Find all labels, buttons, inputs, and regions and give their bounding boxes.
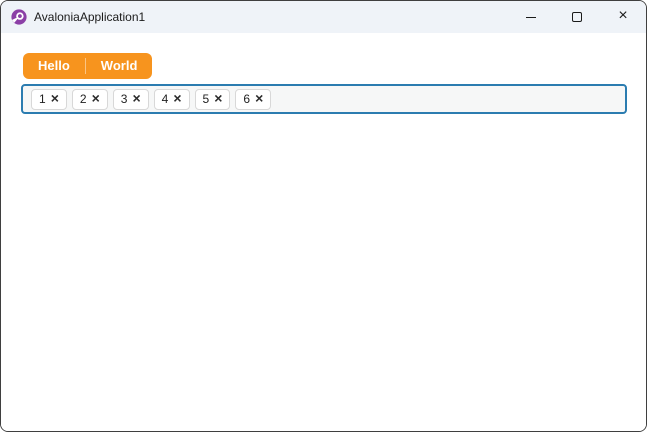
chip: 5 × bbox=[194, 88, 231, 110]
chip-label: 2 bbox=[79, 92, 87, 106]
tab-world[interactable]: World bbox=[86, 53, 153, 79]
chip-label: 3 bbox=[120, 92, 128, 106]
chip: 3 × bbox=[112, 88, 149, 110]
minimize-icon bbox=[526, 16, 536, 18]
chip-remove-button[interactable]: × bbox=[91, 90, 100, 106]
chip: 1 × bbox=[31, 88, 67, 110]
chip-remove-button[interactable]: × bbox=[173, 90, 182, 106]
window-title: AvaloniaApplication1 bbox=[34, 10, 146, 24]
chip-label: 4 bbox=[161, 92, 169, 106]
close-icon: × bbox=[173, 90, 182, 106]
chip-remove-button[interactable]: × bbox=[214, 90, 223, 106]
tab-hello[interactable]: Hello bbox=[23, 53, 85, 79]
avalonia-logo-icon bbox=[11, 9, 27, 25]
close-icon: × bbox=[132, 90, 141, 106]
window-controls: × bbox=[508, 1, 646, 33]
close-button[interactable]: × bbox=[600, 1, 646, 33]
titlebar[interactable]: AvaloniaApplication1 × bbox=[1, 1, 646, 33]
titlebar-left: AvaloniaApplication1 bbox=[1, 9, 145, 25]
maximize-button[interactable] bbox=[554, 1, 600, 33]
chip: 2 × bbox=[71, 88, 108, 110]
tabstrip: Hello World bbox=[23, 53, 153, 79]
close-icon: × bbox=[91, 90, 100, 106]
minimize-button[interactable] bbox=[508, 1, 554, 33]
chip-remove-button[interactable]: × bbox=[132, 90, 141, 106]
close-icon: × bbox=[214, 90, 223, 106]
close-icon: × bbox=[255, 90, 264, 106]
app-window: AvaloniaApplication1 × Hello World 1 × 2… bbox=[0, 0, 647, 432]
tags-input[interactable]: 1 × 2 × 3 × 4 × 5 × 6 × bbox=[21, 84, 627, 114]
chip: 6 × bbox=[235, 88, 272, 110]
chip-label: 5 bbox=[202, 92, 210, 106]
chip: 4 × bbox=[153, 88, 190, 110]
chip-label: 6 bbox=[243, 92, 251, 106]
maximize-icon bbox=[572, 12, 582, 22]
chip-label: 1 bbox=[39, 92, 46, 106]
content-area: Hello World 1 × 2 × 3 × 4 × 5 × 6 × bbox=[1, 33, 646, 431]
chip-remove-button[interactable]: × bbox=[255, 90, 264, 106]
chip-remove-button[interactable]: × bbox=[50, 90, 59, 106]
close-icon: × bbox=[50, 90, 59, 106]
close-icon: × bbox=[618, 7, 628, 24]
